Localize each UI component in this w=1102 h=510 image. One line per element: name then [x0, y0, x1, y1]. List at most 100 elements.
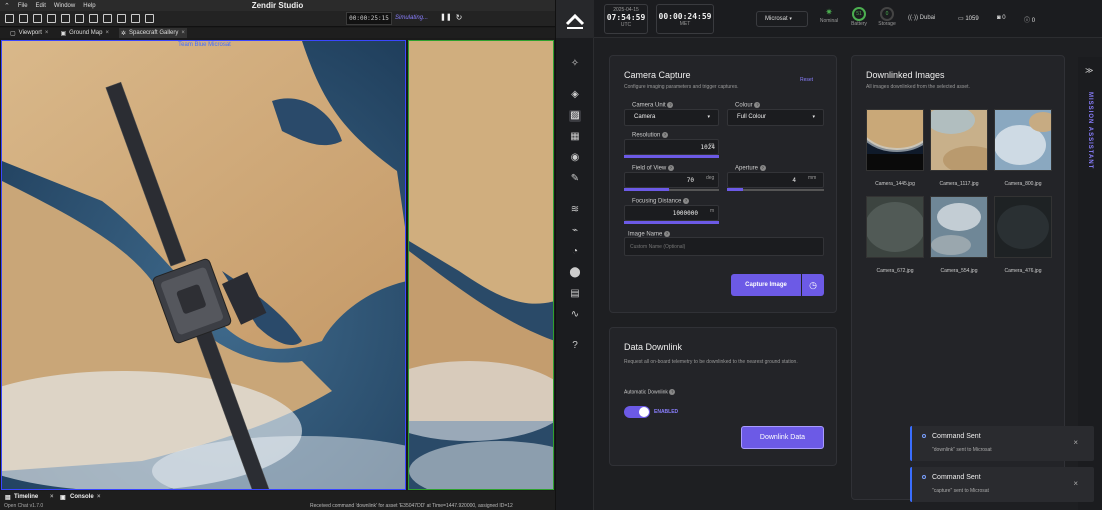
help-icon[interactable]: ?	[667, 102, 674, 108]
resolution-input[interactable]: 1024	[624, 139, 719, 155]
colour-select[interactable]: Full Colour ▾	[727, 109, 824, 126]
help-icon[interactable]: ?	[662, 132, 669, 138]
photos-counter[interactable]: ◙ 0	[997, 15, 1006, 21]
restart-button[interactable]: ↻	[454, 13, 464, 23]
menu-edit[interactable]: Edit	[36, 3, 46, 9]
close-icon[interactable]: ×	[97, 494, 101, 500]
resolution-unit: px	[709, 142, 715, 148]
export-icon[interactable]	[117, 14, 126, 23]
close-icon[interactable]: ×	[181, 30, 185, 36]
gamepad-icon[interactable]: ◈	[569, 89, 581, 101]
camera-capture-card: Camera Capture Configure imaging paramet…	[609, 55, 837, 313]
toggle-state-text: ENABLED	[654, 409, 679, 415]
tab-console[interactable]: Console	[70, 494, 94, 500]
map-pin-icon[interactable]: ⬤	[569, 267, 581, 279]
schedule-clock-icon[interactable]: ◷	[802, 274, 824, 296]
image-thumbnail[interactable]	[994, 196, 1052, 258]
info-dot-icon	[922, 434, 926, 438]
downlink-data-button[interactable]: Downlink Data	[741, 426, 824, 449]
messages-counter[interactable]: ▭ 1059	[958, 15, 979, 22]
messages-count: 1059	[965, 16, 979, 22]
fov-unit: deg	[706, 175, 715, 181]
image-filename: Camera_476.jpg	[1004, 268, 1042, 274]
gear-icon[interactable]	[103, 14, 112, 23]
close-icon[interactable]: ×	[1073, 438, 1078, 447]
monitor-icon[interactable]	[89, 14, 98, 23]
collapse-panel-icon[interactable]: ≫	[1085, 66, 1093, 75]
image-icon[interactable]: ▨	[569, 110, 581, 122]
alerts-counter[interactable]: ⓘ 0	[1024, 15, 1035, 24]
wrench-icon[interactable]: ✎	[569, 173, 581, 185]
image-thumbnail[interactable]	[994, 109, 1057, 171]
toast-notification: Command Sent "capture" sent to Microsat …	[910, 467, 1094, 502]
close-icon[interactable]: ×	[105, 30, 109, 36]
satellite-icon[interactable]: ✧	[569, 58, 581, 70]
calendar-icon[interactable]: ▦	[569, 131, 581, 143]
document-icon[interactable]: ▤	[569, 288, 581, 300]
toast-message: "downlink" sent to Microsat	[932, 447, 992, 453]
close-icon[interactable]: ×	[45, 30, 49, 36]
tab-spacecraft-gallery[interactable]: ✲ Spacecraft Gallery ×	[118, 28, 187, 38]
earth-render-secondary	[409, 41, 553, 489]
image-thumbnail[interactable]	[865, 196, 925, 258]
tab-ground-map[interactable]: ▣ Ground Map ×	[58, 28, 111, 38]
reset-button[interactable]: Reset	[800, 77, 813, 83]
fov-slider-fill	[624, 188, 669, 191]
trend-icon[interactable]: ∿	[569, 309, 581, 321]
help-icon[interactable]: ?	[759, 165, 766, 171]
sidebar: ✧ ◈ ▨ ▦ ◉ ✎ ≋ ⌁ ◔ ⬤ ▤ ∿ ?	[556, 38, 594, 510]
close-icon[interactable]: ×	[1073, 479, 1078, 488]
panel-icon[interactable]	[131, 14, 140, 23]
app-logo[interactable]	[556, 0, 594, 38]
menu-window[interactable]: Window	[54, 3, 75, 9]
battery-gauge: 51	[852, 7, 866, 21]
pause-button[interactable]: ❚❚	[440, 13, 452, 23]
image-thumbnail[interactable]	[855, 88, 939, 171]
focus-slider-fill	[624, 221, 719, 224]
tab-label: Viewport	[18, 30, 42, 36]
new-file-icon[interactable]	[5, 14, 14, 23]
help-icon[interactable]: ?	[683, 198, 690, 204]
location-indicator[interactable]: ((·)) Dubai	[908, 15, 935, 21]
capture-image-button[interactable]: Capture Image	[731, 274, 801, 296]
help-icon[interactable]: ?	[754, 102, 761, 108]
tab-timeline[interactable]: Timeline	[14, 494, 38, 500]
met-clock: 00:00:24:59 MET	[656, 4, 714, 34]
open-folder-icon[interactable]	[19, 14, 28, 23]
tab-viewport[interactable]: ▢ Viewport ×	[8, 28, 50, 38]
viewport-main[interactable]: Team Blue Microsat	[1, 40, 406, 490]
viewport-secondary[interactable]	[408, 40, 554, 490]
image-thumbnail[interactable]	[927, 106, 999, 174]
status-label: Storage	[878, 21, 896, 27]
image-filename: Camera_672.jpg	[876, 268, 914, 274]
toast-notification: Command Sent "downlink" sent to Microsat…	[910, 426, 1094, 461]
record-icon[interactable]	[61, 14, 70, 23]
gauge-icon[interactable]: ◔	[569, 246, 581, 258]
image-name-input[interactable]	[624, 237, 824, 256]
save-all-icon[interactable]	[47, 14, 56, 23]
auto-downlink-toggle[interactable]	[624, 406, 650, 418]
layers-icon[interactable]	[75, 14, 84, 23]
asset-select[interactable]: Microsat ▾	[756, 11, 808, 27]
status-left[interactable]: Open Chat v1.7.0	[4, 503, 43, 509]
image-filename: Camera_1445.jpg	[875, 181, 915, 187]
fov-label-text: Field of View	[632, 165, 667, 172]
antenna-icon[interactable]: ◉	[569, 152, 581, 164]
focus-input[interactable]: 1000000	[624, 205, 719, 221]
help-icon[interactable]: ?	[667, 165, 674, 171]
database-icon[interactable]: ≋	[569, 204, 581, 216]
menu-file[interactable]: File	[18, 3, 28, 9]
save-icon[interactable]	[33, 14, 42, 23]
help-icon[interactable]	[145, 14, 154, 23]
menu-help[interactable]: Help	[83, 3, 95, 9]
help-book-icon[interactable]: ?	[569, 340, 581, 352]
close-icon[interactable]: ×	[50, 494, 54, 500]
fov-input[interactable]: 70	[624, 172, 719, 188]
tab-label: Spacecraft Gallery	[129, 30, 179, 36]
chart-icon[interactable]: ⌁	[569, 225, 581, 237]
earth-thumbnail-image	[927, 106, 999, 174]
help-icon[interactable]: ?	[669, 389, 676, 395]
camera-unit-select[interactable]: Camera ▾	[624, 109, 719, 126]
image-thumbnail[interactable]	[930, 196, 988, 258]
earth-thumbnail-image	[995, 197, 1051, 257]
